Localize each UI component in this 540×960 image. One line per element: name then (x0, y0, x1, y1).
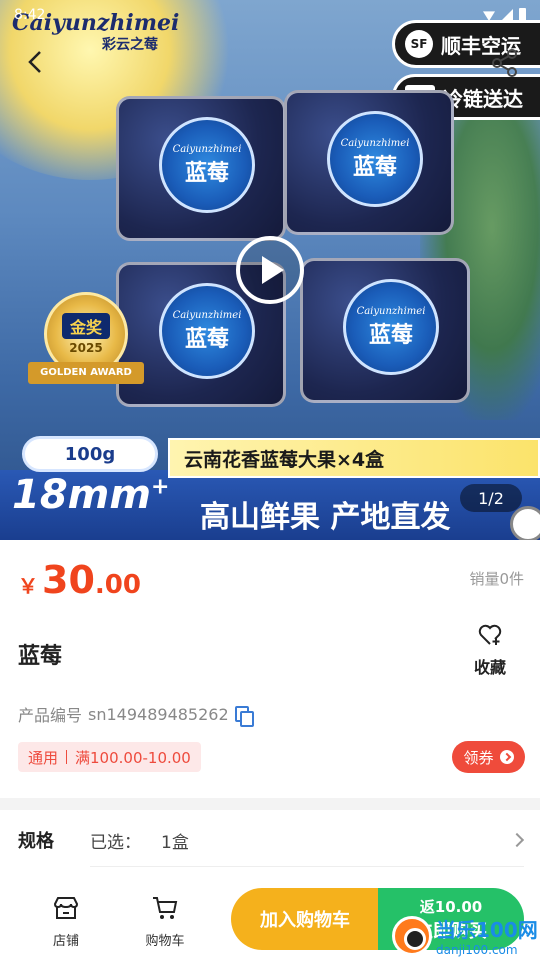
box-label-name: 蓝莓 (184, 160, 229, 186)
coupon-type: 通用 (28, 748, 59, 767)
product-title: 蓝莓 (18, 644, 63, 669)
box-label: Caiyunzhimei 蓝莓 (159, 283, 255, 379)
size-sup: + (151, 474, 170, 500)
heart-plus-icon (478, 624, 502, 645)
add-to-cart-button[interactable]: 加入购物车 (231, 888, 379, 950)
box-label: Caiyunzhimei 蓝莓 (327, 111, 423, 207)
section-divider (0, 798, 540, 810)
favorite-button[interactable]: 收藏 (466, 624, 514, 678)
store-label: 店铺 (52, 934, 79, 949)
currency-symbol: ￥ (18, 574, 38, 598)
claim-coupon-button[interactable]: 领券 (452, 741, 525, 773)
copy-icon[interactable] (234, 706, 254, 727)
chevron-right-icon (509, 832, 525, 848)
sales-value: 0件 (499, 570, 524, 588)
site-watermark: 当乐100网 danji100.com (392, 914, 538, 957)
share-button[interactable] (490, 48, 520, 78)
size-value: 18mm (12, 472, 152, 518)
image-search-icon[interactable] (510, 506, 540, 540)
box-label-script: Caiyunzhimei (172, 309, 242, 321)
product-image-carousel[interactable]: 8:42 Caiyunzhimei 彩云之莓 SF 顺丰空运 冷链送达 Caiy… (0, 0, 540, 540)
store-button[interactable]: 店铺 (38, 894, 94, 949)
size-text: 18mm+ (12, 472, 169, 518)
box-label-script: Caiyunzhimei (172, 143, 242, 155)
favorite-label: 收藏 (473, 658, 506, 677)
medal-year: 2025 (69, 341, 103, 355)
product-banner: 云南花香蓝莓大果×4盒 (168, 438, 540, 478)
blueberry-box: Caiyunzhimei 蓝莓 (284, 90, 454, 235)
arrow-right-icon (499, 750, 514, 764)
status-time: 8:42 (14, 7, 46, 23)
spec-selected-label: 已选： (90, 832, 141, 853)
sku-value: sn149489485262 (88, 704, 229, 724)
blueberry-box: Caiyunzhimei 蓝莓 (300, 258, 470, 403)
play-video-button[interactable] (236, 236, 304, 304)
cart-icon (153, 897, 178, 919)
status-icons (483, 8, 526, 22)
wifi-icon (483, 11, 495, 21)
watermark-title: 当乐100网 (436, 918, 538, 942)
box-label-name: 蓝莓 (352, 154, 397, 180)
box-label: Caiyunzhimei 蓝莓 (343, 279, 439, 375)
signal-icon (501, 9, 513, 21)
price-decimal: .00 (94, 570, 141, 600)
spec-selected-value: 1盒 (161, 832, 189, 853)
weight-pill: 100g (22, 436, 158, 472)
sku-label: 产品编号 (18, 706, 83, 725)
sku-row: 产品编号 sn149489485262 (18, 702, 254, 727)
price: ￥ 30 .00 (18, 558, 141, 602)
cart-button[interactable]: 购物车 (137, 894, 193, 949)
watermark-logo (392, 915, 432, 956)
spec-selector[interactable]: 规格 已选： 1盒 (0, 816, 540, 864)
watermark-text: 当乐100网 danji100.com (436, 914, 538, 957)
gold-award-medal: 金奖 2025 GOLDEN AWARD (28, 292, 144, 392)
box-label-name: 蓝莓 (184, 326, 229, 352)
watermark-url: danji100.com (436, 943, 518, 957)
brand-cn: 彩云之莓 (102, 37, 158, 53)
slogan-text: 高山鲜果 产地直发 (200, 500, 451, 535)
sales-count: 销量0件 (469, 568, 524, 589)
blueberry-box: Caiyunzhimei 蓝莓 (116, 96, 286, 241)
box-label-name: 蓝莓 (368, 322, 413, 348)
coupon-rule: 满100.00-10.00 (75, 748, 191, 767)
store-icon (53, 897, 79, 919)
play-icon (262, 256, 284, 284)
price-integer: 30 (42, 558, 95, 602)
box-label: Caiyunzhimei 蓝莓 (159, 117, 255, 213)
back-button[interactable] (22, 48, 50, 76)
sf-logo: SF (405, 30, 433, 58)
medal-ribbon: GOLDEN AWARD (28, 362, 144, 384)
cold-chain-label: 冷链送达 (443, 86, 523, 111)
coupon-separator (66, 750, 68, 764)
box-label-script: Caiyunzhimei (356, 305, 426, 317)
box-label-script: Caiyunzhimei (340, 137, 410, 149)
page-indicator: 1/2 (460, 484, 522, 512)
back-icon (28, 51, 41, 73)
spec-divider (90, 866, 524, 867)
coupon-tag: 通用 满100.00-10.00 (18, 742, 201, 772)
medal-title: 金奖 (61, 313, 110, 339)
spec-label: 规格 (18, 831, 54, 852)
status-bar: 8:42 (0, 0, 540, 30)
battery-icon (519, 8, 526, 22)
cart-label: 购物车 (145, 934, 185, 949)
share-icon (492, 49, 517, 77)
sales-label: 销量 (469, 570, 500, 588)
claim-coupon-label: 领券 (463, 748, 494, 767)
